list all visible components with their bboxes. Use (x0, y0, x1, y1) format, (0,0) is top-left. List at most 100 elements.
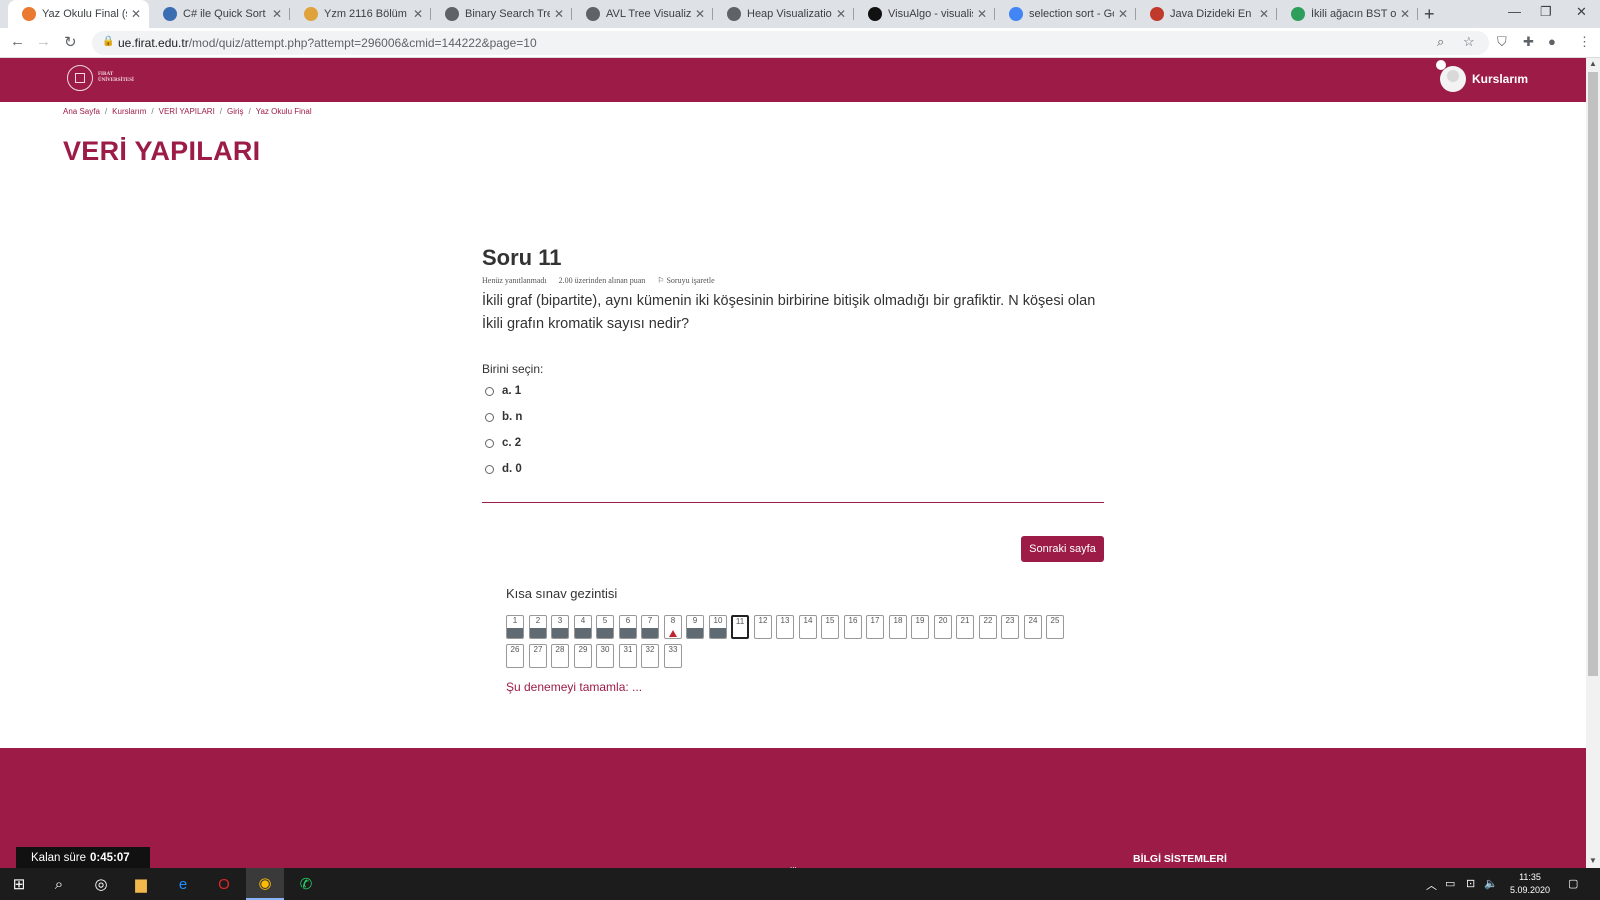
notification-center-icon[interactable]: ▢ (1568, 877, 1578, 890)
battery-icon[interactable]: ▭ (1445, 877, 1455, 890)
quiz-nav-button[interactable]: 23 (1001, 615, 1019, 639)
finish-attempt-link[interactable]: Şu denemeyi tamamla: ... (506, 680, 642, 694)
browser-tab[interactable]: VisuAlgo - visualisin ✕ (854, 0, 995, 28)
breadcrumb-item[interactable]: VERİ YAPILARI (159, 107, 215, 116)
tab-close-icon[interactable]: ✕ (131, 7, 141, 21)
quiz-nav-button[interactable]: 22 (979, 615, 997, 639)
browser-tab[interactable]: C# ile Quick Sort Al ✕ (149, 0, 290, 28)
quiz-nav-button[interactable]: 6 (619, 615, 637, 639)
extensions-puzzle-icon[interactable]: ✚ (1523, 34, 1534, 50)
scroll-down-icon[interactable]: ▼ (1589, 856, 1597, 865)
breadcrumb-item[interactable]: Giriş (227, 107, 243, 116)
answer-option-a[interactable]: a. 1 (485, 385, 521, 397)
quiz-nav-button[interactable]: 1 (506, 615, 524, 639)
shield-extension-icon[interactable]: ⛉ (1497, 34, 1507, 50)
quiz-nav-button[interactable]: 21 (956, 615, 974, 639)
tab-close-icon[interactable]: ✕ (977, 7, 987, 21)
volume-icon[interactable]: 🔈 (1484, 877, 1498, 890)
quiz-nav-button[interactable]: 20 (934, 615, 952, 639)
tab-close-icon[interactable]: ✕ (272, 7, 282, 21)
taskbar-clock[interactable]: 11:35 5.09.2020 (1500, 871, 1560, 897)
whatsapp-icon[interactable]: ✆ (287, 868, 325, 900)
browser-tab[interactable]: AVL Tree Visualizatio ✕ (572, 0, 713, 28)
tab-close-icon[interactable]: ✕ (413, 7, 423, 21)
close-window-icon[interactable]: ✕ (1576, 4, 1587, 20)
tray-expand-icon[interactable]: ︿ (1426, 877, 1437, 893)
radio-button[interactable] (485, 412, 494, 422)
quiz-nav-button[interactable]: 31 (619, 644, 637, 668)
quiz-nav-button[interactable]: 11 (731, 615, 749, 639)
breadcrumb-item[interactable]: Kurslarım (112, 107, 146, 116)
browser-tab[interactable]: Heap Visualization ✕ (713, 0, 854, 28)
tab-close-icon[interactable]: ✕ (1400, 7, 1410, 21)
user-menu[interactable]: Kurslarım (1440, 66, 1528, 92)
tab-close-icon[interactable]: ✕ (695, 7, 705, 21)
quiz-nav-button[interactable]: 29 (574, 644, 592, 668)
url-input[interactable]: 🔒 ue.firat.edu.tr/mod/quiz/attempt.php?a… (92, 31, 1489, 55)
zoom-icon[interactable]: ⌕ (1437, 34, 1444, 50)
windows-start-icon[interactable]: ⊞ (0, 868, 38, 900)
quiz-nav-button[interactable]: 14 (799, 615, 817, 639)
scroll-up-icon[interactable]: ▲ (1589, 59, 1597, 68)
browser-tab[interactable]: Binary Search Tree V ✕ (431, 0, 572, 28)
browser-menu-icon[interactable]: ⋮ (1578, 34, 1591, 50)
network-icon[interactable]: ⊡ (1466, 877, 1475, 890)
breadcrumb-item[interactable]: Yaz Okulu Final (256, 107, 312, 116)
tab-close-icon[interactable]: ✕ (836, 7, 846, 21)
quiz-nav-button[interactable]: 26 (506, 644, 524, 668)
file-explorer-icon[interactable]: ▆ (122, 868, 160, 900)
answer-option-b[interactable]: b. n (485, 411, 522, 423)
reload-icon[interactable]: ↻ (64, 33, 77, 51)
quiz-nav-button[interactable]: 10 (709, 615, 727, 639)
tab-close-icon[interactable]: ✕ (1259, 7, 1269, 21)
radio-button[interactable] (485, 464, 494, 474)
quiz-nav-button[interactable]: 27 (529, 644, 547, 668)
flag-question-link[interactable]: ⚐ Soruyu işaretle (657, 276, 714, 285)
edge-browser-icon[interactable]: e (164, 868, 202, 900)
quiz-nav-button[interactable]: 3 (551, 615, 569, 639)
quiz-nav-button[interactable]: 33 (664, 644, 682, 668)
tab-close-icon[interactable]: ✕ (554, 7, 564, 21)
quiz-nav-button[interactable]: 18 (889, 615, 907, 639)
quiz-nav-button[interactable]: 15 (821, 615, 839, 639)
user-menu-label[interactable]: Kurslarım (1472, 72, 1528, 86)
browser-tab[interactable]: Yaz Okulu Final (say ✕ (8, 0, 149, 28)
new-tab-button[interactable]: + (1424, 4, 1435, 25)
minimize-icon[interactable]: — (1508, 4, 1521, 19)
quiz-nav-button[interactable]: 9 (686, 615, 704, 639)
avatar[interactable] (1440, 66, 1466, 92)
quiz-nav-button[interactable]: 25 (1046, 615, 1064, 639)
task-view-icon[interactable]: ◎ (82, 868, 120, 900)
radio-button[interactable] (485, 438, 494, 448)
quiz-nav-button[interactable]: 28 (551, 644, 569, 668)
quiz-nav-button[interactable]: 13 (776, 615, 794, 639)
search-icon[interactable]: ⌕ (40, 868, 78, 900)
quiz-nav-button[interactable]: 16 (844, 615, 862, 639)
quiz-nav-button[interactable]: 8 (664, 615, 682, 639)
next-page-button[interactable]: Sonraki sayfa (1021, 536, 1104, 562)
restore-icon[interactable]: ❐ (1540, 4, 1552, 20)
answer-option-d[interactable]: d. 0 (485, 463, 522, 475)
page-scrollbar[interactable]: ▲ ▼ (1586, 58, 1600, 868)
quiz-nav-button[interactable]: 7 (641, 615, 659, 639)
quiz-nav-button[interactable]: 4 (574, 615, 592, 639)
tab-close-icon[interactable]: ✕ (1118, 7, 1128, 21)
browser-tab[interactable]: İkili ağacın BST olup ✕ (1277, 0, 1418, 28)
opera-browser-icon[interactable]: O (205, 868, 243, 900)
breadcrumb-item[interactable]: Ana Sayfa (63, 107, 100, 116)
quiz-nav-button[interactable]: 19 (911, 615, 929, 639)
quiz-nav-button[interactable]: 5 (596, 615, 614, 639)
quiz-nav-button[interactable]: 30 (596, 644, 614, 668)
back-icon[interactable]: ← (10, 33, 25, 50)
quiz-nav-button[interactable]: 12 (754, 615, 772, 639)
scrollbar-thumb[interactable] (1588, 72, 1598, 676)
quiz-nav-button[interactable]: 17 (866, 615, 884, 639)
radio-button[interactable] (485, 386, 494, 396)
forward-icon[interactable]: → (36, 33, 51, 50)
quiz-nav-button[interactable]: 32 (641, 644, 659, 668)
university-logo[interactable]: FIRAT ÜNİVERSİTESİ (67, 65, 134, 91)
browser-tab[interactable]: Java Dizideki En Kü ✕ (1136, 0, 1277, 28)
quiz-nav-button[interactable]: 2 (529, 615, 547, 639)
bookmark-star-icon[interactable]: ☆ (1463, 34, 1475, 50)
browser-tab[interactable]: selection sort - Goo ✕ (995, 0, 1136, 28)
